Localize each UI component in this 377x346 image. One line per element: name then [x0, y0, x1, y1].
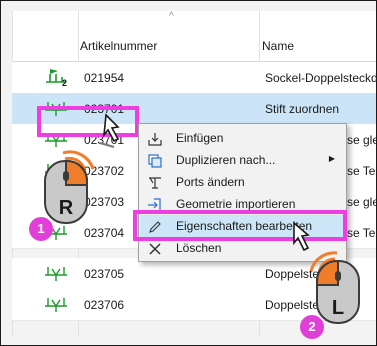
menu-item-label: Geometrie importieren — [176, 197, 296, 211]
table-row[interactable]: 2 021954 Sockel-Doppelsteckd — [12, 62, 377, 94]
mouse-cursor-icon — [99, 113, 120, 148]
step-badge-2: 2 — [300, 315, 324, 339]
column-header-article-number[interactable]: Artikelnummer — [80, 39, 157, 53]
cell-name: Stift zuordnen — [265, 102, 340, 116]
submenu-arrow-icon: ▶ — [328, 154, 335, 163]
connector-icon — [45, 267, 67, 281]
svg-text:2: 2 — [62, 78, 67, 88]
cell-name: se Tehi — [347, 226, 376, 240]
mouse-cursor-icon — [293, 221, 310, 252]
menu-item-label: Ports ändern — [176, 175, 245, 189]
step-badge-1: 1 — [29, 217, 53, 241]
cell-article-number: 023706 — [84, 298, 125, 312]
cell-name: se Tehi — [347, 164, 376, 178]
cell-article-number: 021954 — [84, 71, 125, 85]
paste-icon — [148, 133, 162, 146]
ports-icon — [149, 177, 161, 189]
svg-text:R: R — [59, 197, 74, 219]
symbol-f2-icon: 2 — [46, 69, 67, 88]
cell-name: Sockel-Doppelsteckd — [265, 71, 377, 85]
menu-item-label: Einfügen — [176, 131, 224, 145]
sort-indicator-icon[interactable]: ^ — [169, 12, 174, 22]
menu-item-change-ports[interactable]: Ports ändern — [140, 171, 345, 193]
connector-icon — [45, 298, 67, 312]
close-icon — [149, 243, 161, 255]
svg-text:L: L — [332, 297, 344, 319]
cell-name: se glei — [347, 133, 376, 147]
menu-item-label: Duplizieren nach... — [176, 153, 276, 167]
grid-header: ^ Artikelnummer Name — [12, 11, 376, 62]
column-header-name[interactable]: Name — [262, 39, 294, 53]
duplicate-icon — [148, 154, 162, 168]
menu-item-label: Löschen — [176, 241, 222, 255]
right-mouse-button-icon: R — [44, 150, 95, 224]
menu-item-duplicate[interactable]: Duplizieren nach... ▶ — [140, 149, 345, 171]
app-window: ^ Artikelnummer Name 2 021954 Sockel-Dop… — [0, 0, 377, 346]
cell-article-number: 023705 — [84, 267, 125, 281]
menu-item-paste[interactable]: Einfügen — [140, 127, 345, 149]
cell-name: se glei — [347, 195, 376, 209]
